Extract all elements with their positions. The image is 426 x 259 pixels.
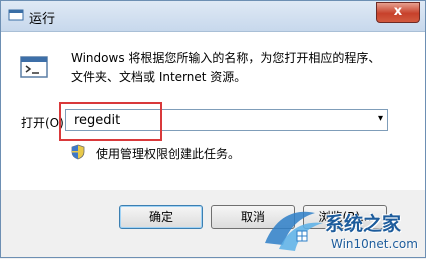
shield-icon (71, 144, 85, 160)
ok-button[interactable]: 确定 (119, 205, 203, 229)
description-line-2: 文件夹、文档或 Internet 资源。 (71, 70, 247, 84)
highlight-box (59, 102, 162, 141)
close-button[interactable]: x (376, 2, 420, 23)
run-dialog: 运行 x Windows 将根据您所输入的名称，为您打开相应的程序、 文件夹、文… (0, 0, 426, 258)
title-bar[interactable]: 运行 x (1, 1, 425, 32)
dropdown-arrow-icon[interactable]: ▾ (378, 113, 383, 124)
window-title: 运行 (29, 12, 56, 27)
watermark: 系统之家 Win10net.com (259, 205, 426, 259)
run-program-icon (20, 56, 48, 78)
description-line-1: Windows 将根据您所输入的名称，为您打开相应的程序、 (71, 51, 381, 65)
admin-note: 使用管理权限创建此任务。 (96, 147, 241, 161)
run-description: Windows 将根据您所输入的名称，为您打开相应的程序、 文件夹、文档或 In… (71, 49, 401, 87)
close-icon: x (393, 4, 403, 19)
run-app-icon (8, 9, 24, 21)
watermark-url: Win10net.com (331, 237, 418, 251)
watermark-title: 系统之家 (325, 213, 402, 235)
watermark-logo-icon (265, 211, 323, 251)
